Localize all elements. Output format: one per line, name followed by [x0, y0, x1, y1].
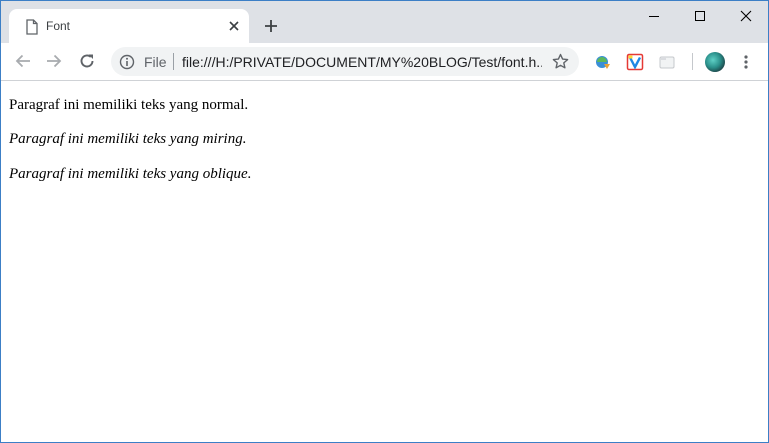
scheme-label: File [144, 54, 167, 70]
star-icon[interactable] [552, 53, 569, 70]
paragraph-normal: Paragraf ini memiliki teks yang normal. [9, 97, 249, 113]
tab-extension-icon[interactable] [658, 53, 676, 71]
forward-arrow-icon [47, 54, 62, 68]
profile-avatar[interactable] [705, 52, 725, 72]
tab-font[interactable]: Font [9, 9, 249, 43]
back-arrow-icon [15, 54, 30, 68]
address-bar[interactable]: File file:///H:/PRIVATE/DOCUMENT/MY%20BL… [111, 47, 579, 76]
browser-window: Font File file:///H:/PRIVATE/DOCUMENT/MY… [0, 0, 769, 443]
reload-button[interactable] [77, 51, 97, 71]
paragraph-italic: Paragraf ini memiliki teks yang miring. [9, 131, 247, 147]
close-icon [740, 10, 752, 22]
minimize-icon [649, 16, 659, 17]
toolbar-divider [692, 53, 693, 70]
omnibox-divider [173, 53, 174, 70]
browser-toolbar: File file:///H:/PRIVATE/DOCUMENT/MY%20BL… [1, 43, 768, 81]
reload-icon [80, 54, 94, 68]
forward-button[interactable] [44, 51, 64, 71]
url-text[interactable]: file:///H:/PRIVATE/DOCUMENT/MY%20BLOG/Te… [182, 54, 542, 70]
minimize-button[interactable] [631, 1, 677, 31]
paragraph-oblique: Paragraf ini memiliki teks yang oblique. [9, 166, 252, 182]
plus-icon[interactable] [263, 18, 279, 34]
document-icon [26, 19, 38, 35]
tab-strip: Font [1, 1, 768, 43]
back-button[interactable] [13, 51, 33, 71]
info-icon[interactable] [119, 54, 135, 70]
maximize-icon [695, 11, 705, 21]
tab-title: Font [46, 19, 71, 33]
close-icon[interactable] [227, 19, 241, 33]
maximize-button[interactable] [677, 1, 723, 31]
window-close-button[interactable] [723, 1, 768, 31]
idm-extension-icon[interactable] [594, 53, 612, 71]
menu-dots-icon[interactable] [742, 54, 750, 70]
v-extension-icon[interactable] [626, 53, 644, 71]
